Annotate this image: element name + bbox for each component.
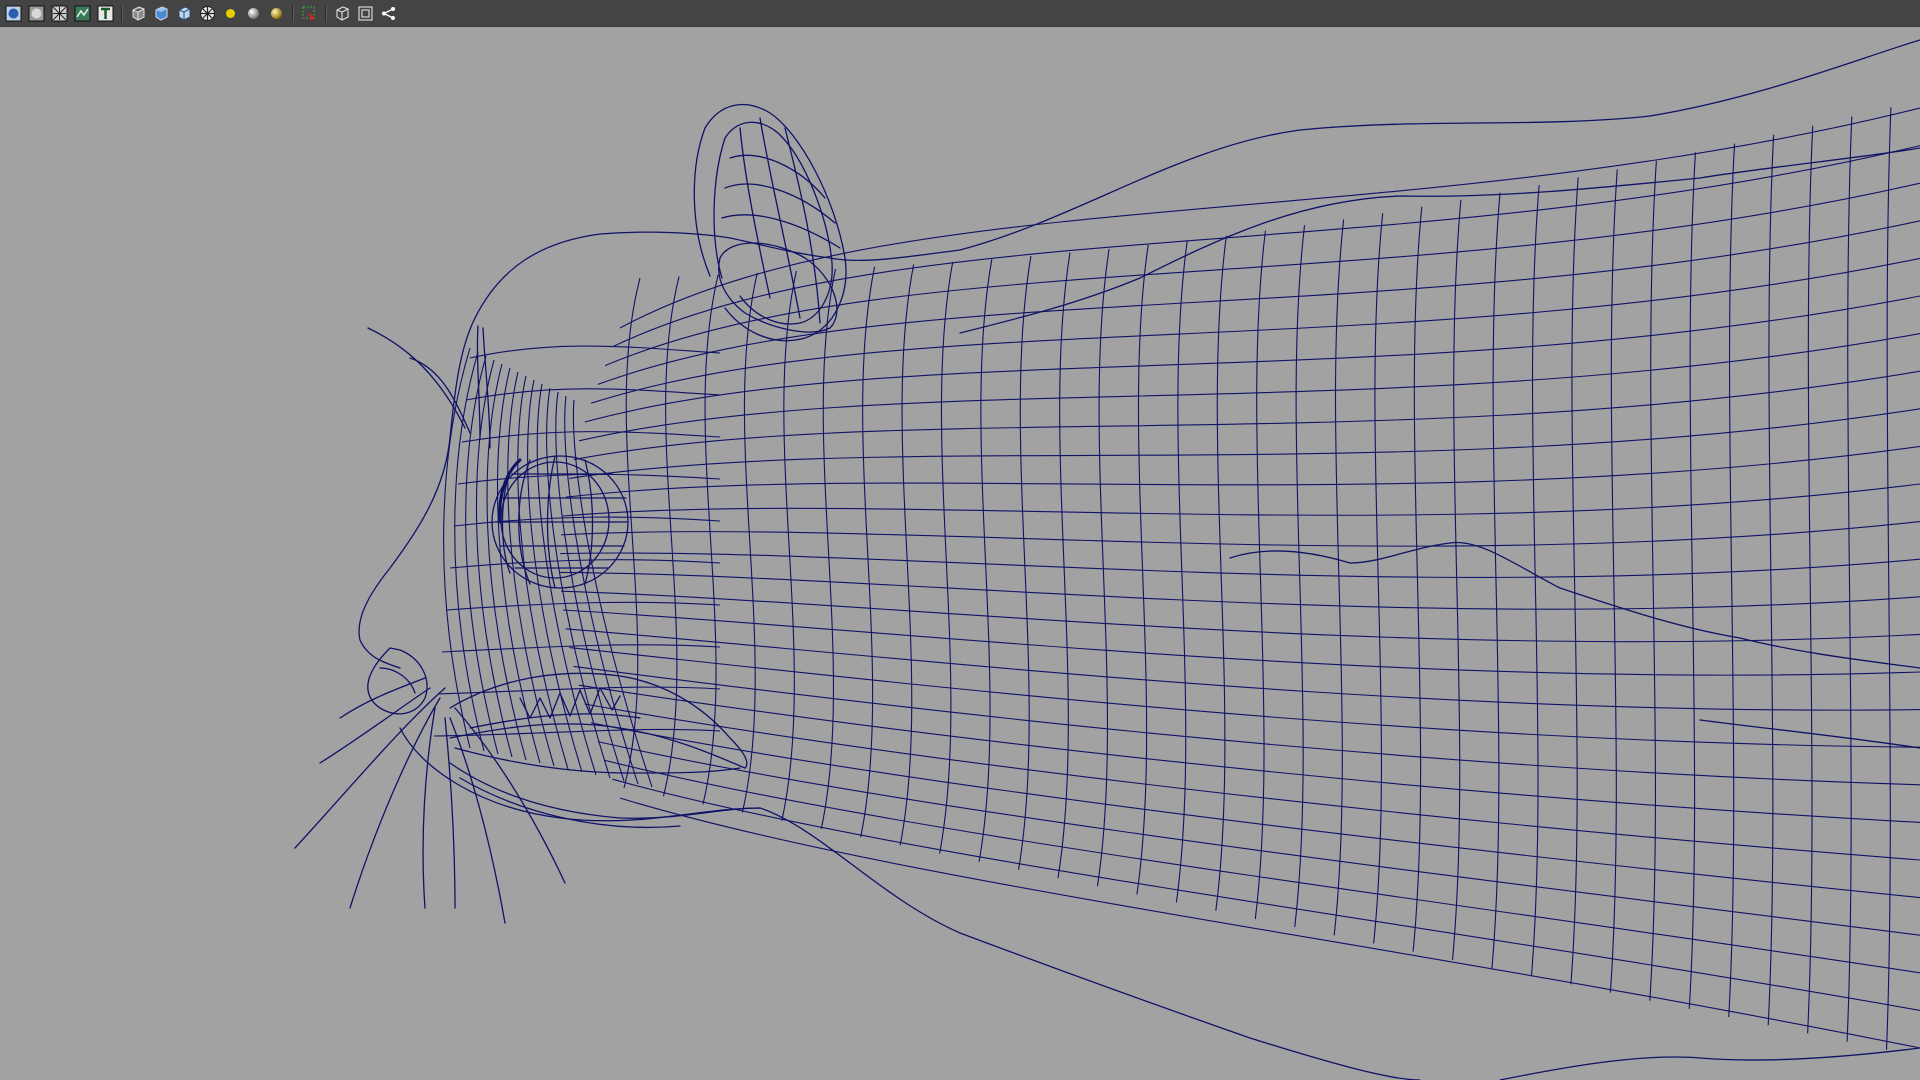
mesh-edge-flow	[565, 445, 1920, 498]
mesh-edge-loop	[1807, 125, 1814, 1034]
whisker	[339, 677, 426, 719]
mesh-edge-loop	[1886, 107, 1892, 1050]
mesh-head-loop	[475, 359, 513, 758]
camera-cube-icon[interactable]	[332, 3, 353, 24]
wireframe-on-shaded-icon[interactable]	[49, 3, 70, 24]
shaded-cube-icon[interactable]	[151, 3, 172, 24]
mesh-edge-loop	[978, 259, 993, 862]
mesh-edge-loop	[1373, 213, 1384, 944]
mesh-head-flow	[445, 601, 721, 611]
default-light-icon[interactable]	[220, 3, 241, 24]
mesh-edge-loop	[820, 268, 836, 830]
mesh-edge-loop	[1530, 185, 1540, 977]
mesh-edge-loop	[1018, 255, 1032, 870]
mesh-edge-flow	[569, 647, 1920, 748]
mesh-edge-flow	[584, 703, 1920, 861]
share-node-icon[interactable]	[378, 3, 399, 24]
mesh-edge-flow	[573, 370, 1920, 461]
mesh-edge-loop	[1846, 116, 1853, 1042]
whisker	[422, 707, 436, 909]
belly-silhouette	[1499, 1047, 1920, 1080]
toolbar-separator	[325, 4, 327, 22]
frame-selection-icon[interactable]	[355, 3, 376, 24]
wireframe-model	[294, 39, 1920, 1080]
mesh-edge-flow	[578, 684, 1920, 823]
mesh-head-flow	[461, 431, 721, 443]
brow-whisker	[367, 327, 466, 429]
mesh-edge-flow	[590, 257, 1920, 404]
mesh-edge-loop	[1767, 134, 1775, 1026]
mesh-edge-loop	[1688, 152, 1696, 1009]
brow-whisker	[409, 357, 471, 434]
mesh-edge-loop	[899, 264, 915, 846]
mesh-edge-loop	[1057, 252, 1071, 879]
whisker	[444, 717, 456, 909]
mesh-edge-flow	[612, 778, 1920, 1011]
mesh-edge-flow	[562, 609, 1920, 676]
mesh-edge-loop	[1649, 160, 1657, 1001]
mesh-edge-flow	[562, 483, 1920, 517]
mesh-edge-loop	[1609, 169, 1618, 993]
mesh-edge-flow	[619, 797, 1920, 1049]
mesh-edge-loop	[1452, 199, 1462, 960]
mesh-edge-flow	[560, 571, 1920, 610]
isolate-select-icon[interactable]	[299, 3, 320, 24]
mesh-head-flow	[469, 345, 721, 359]
viewport-toolbar	[0, 0, 1920, 27]
mesh-edge-flow	[560, 552, 1920, 578]
mesh-edge-loop	[939, 261, 954, 854]
3d-viewport[interactable]	[0, 28, 1920, 1080]
whisker	[349, 697, 441, 909]
mesh-head-loop	[465, 355, 499, 755]
textured-icon[interactable]	[72, 3, 93, 24]
mesh-edge-flow	[619, 107, 1920, 329]
wireframe-cube-icon[interactable]	[128, 3, 149, 24]
mesh-edge-loop	[1096, 248, 1110, 887]
mesh-head-loop	[555, 391, 625, 782]
whisker	[294, 687, 446, 849]
text-display-icon[interactable]	[95, 3, 116, 24]
mesh-edge-loop	[1412, 206, 1423, 952]
mesh-edge-loop	[1254, 230, 1266, 919]
mesh-edge-loop	[1294, 225, 1306, 928]
mesh-edge-flow	[561, 521, 1920, 547]
sphere-light-icon[interactable]	[243, 3, 264, 24]
brow-whisker	[482, 327, 491, 449]
mesh-edge-flow	[604, 759, 1920, 974]
flat-shade-icon[interactable]	[26, 3, 47, 24]
mesh-edge-flow	[612, 145, 1920, 348]
all-lights-icon[interactable]	[266, 3, 287, 24]
smooth-shade-all-icon[interactable]	[3, 3, 24, 24]
default-material-cube-icon[interactable]	[174, 3, 195, 24]
mesh-edge-loop	[1728, 143, 1736, 1018]
whisker	[319, 687, 431, 764]
mesh-edge-loop	[1570, 177, 1579, 985]
toolbar-separator	[292, 4, 294, 22]
checker-icon[interactable]	[197, 3, 218, 24]
mesh-edge-flow	[573, 665, 1920, 786]
toolbar-separator	[121, 4, 123, 22]
